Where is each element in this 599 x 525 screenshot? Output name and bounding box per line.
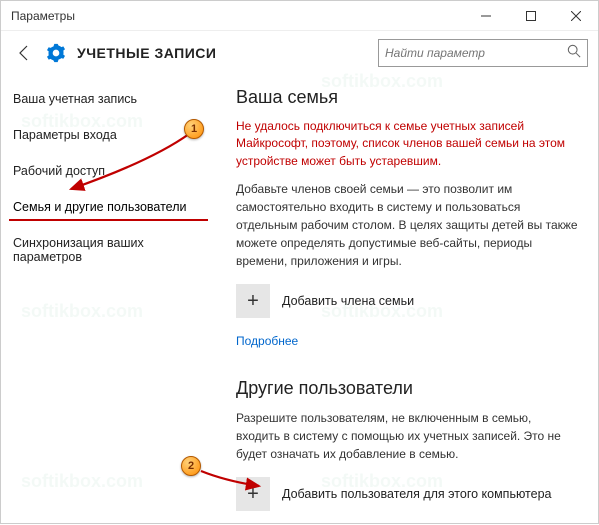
sidebar-item-label: Синхронизация ваших параметров: [13, 236, 144, 264]
gear-icon: [45, 42, 67, 64]
other-users-heading: Другие пользователи: [236, 378, 578, 399]
annotation-badge-2: 2: [181, 456, 201, 476]
sidebar-item-label: Семья и другие пользователи: [13, 200, 186, 214]
window-titlebar: Параметры: [1, 1, 598, 31]
family-description: Добавьте членов своей семьи — это позвол…: [236, 180, 578, 270]
family-error-text: Не удалось подключиться к семье учетных …: [236, 118, 578, 170]
add-family-member-button[interactable]: + Добавить члена семьи: [236, 284, 578, 318]
add-other-user-button[interactable]: + Добавить пользователя для этого компью…: [236, 477, 578, 511]
sidebar-item-sync-settings[interactable]: Синхронизация ваших параметров: [1, 225, 216, 275]
sidebar-item-work-access[interactable]: Рабочий доступ: [1, 153, 216, 189]
sidebar-item-label: Рабочий доступ: [13, 164, 105, 178]
annotation-badge-1: 1: [184, 119, 204, 139]
plus-icon: +: [236, 477, 270, 511]
plus-icon: +: [236, 284, 270, 318]
more-info-link[interactable]: Подробнее: [236, 334, 298, 348]
sidebar-item-signin-options[interactable]: Параметры входа: [1, 117, 216, 153]
sidebar-item-family-other-users[interactable]: Семья и другие пользователи: [1, 189, 216, 225]
family-heading: Ваша семья: [236, 87, 578, 108]
content-pane: Ваша семья Не удалось подключиться к сем…: [216, 77, 598, 519]
sidebar-item-your-account[interactable]: Ваша учетная запись: [1, 81, 216, 117]
page-title: УЧЕТНЫЕ ЗАПИСИ: [77, 45, 378, 61]
settings-header: УЧЕТНЫЕ ЗАПИСИ: [1, 31, 598, 77]
sidebar: Ваша учетная запись Параметры входа Рабо…: [1, 77, 216, 519]
close-button[interactable]: [553, 1, 598, 31]
add-other-user-label: Добавить пользователя для этого компьюте…: [282, 487, 552, 501]
search-box[interactable]: [378, 39, 588, 67]
settings-body: Ваша учетная запись Параметры входа Рабо…: [1, 77, 598, 519]
other-users-description: Разрешите пользователям, не включенным в…: [236, 409, 578, 463]
search-input[interactable]: [385, 46, 567, 60]
maximize-button[interactable]: [508, 1, 553, 31]
back-button[interactable]: [11, 39, 39, 67]
minimize-button[interactable]: [463, 1, 508, 31]
window-title: Параметры: [1, 9, 463, 23]
search-icon: [567, 44, 581, 63]
sidebar-item-label: Параметры входа: [13, 128, 117, 142]
add-family-member-label: Добавить члена семьи: [282, 294, 414, 308]
sidebar-item-label: Ваша учетная запись: [13, 92, 137, 106]
